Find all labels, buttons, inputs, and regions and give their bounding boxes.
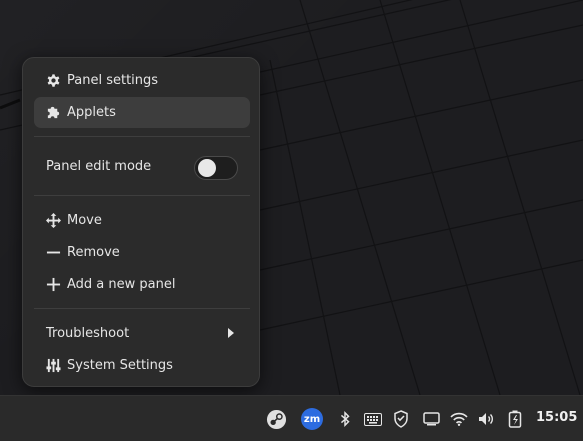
menu-item-label: Panel settings bbox=[67, 73, 159, 88]
menu-separator bbox=[34, 136, 250, 137]
move-icon bbox=[45, 213, 61, 229]
menu-item-label: Move bbox=[67, 213, 102, 228]
gear-icon bbox=[45, 73, 61, 89]
menu-separator bbox=[34, 308, 250, 309]
clock[interactable]: 15:05 bbox=[536, 410, 577, 425]
taskbar: zm 15:05 bbox=[0, 395, 583, 441]
menu-item-label: Panel edit mode bbox=[46, 159, 152, 174]
steam-icon[interactable] bbox=[265, 408, 287, 430]
menu-item-add-new-panel[interactable]: Add a new panel bbox=[34, 269, 250, 300]
keyboard-icon[interactable] bbox=[362, 408, 384, 430]
panel-edit-mode-toggle[interactable] bbox=[194, 156, 238, 180]
toggle-knob bbox=[198, 159, 216, 177]
bluetooth-icon[interactable] bbox=[334, 408, 356, 430]
zoom-label: zm bbox=[301, 408, 323, 430]
menu-separator bbox=[34, 195, 250, 196]
display-icon[interactable] bbox=[420, 408, 442, 430]
menu-item-troubleshoot[interactable]: Troubleshoot bbox=[34, 318, 250, 349]
zoom-icon[interactable]: zm bbox=[301, 408, 323, 430]
menu-item-label: Add a new panel bbox=[67, 277, 176, 292]
sliders-icon bbox=[45, 358, 61, 374]
menu-item-label: Applets bbox=[67, 105, 116, 120]
minus-icon bbox=[45, 245, 61, 261]
plus-icon bbox=[45, 277, 61, 293]
submenu-arrow-icon bbox=[228, 328, 234, 338]
menu-item-label: System Settings bbox=[67, 358, 173, 373]
menu-item-system-settings[interactable]: System Settings bbox=[34, 350, 250, 381]
menu-item-remove[interactable]: Remove bbox=[34, 237, 250, 268]
volume-icon[interactable] bbox=[476, 408, 498, 430]
panel-context-menu: Panel settings Applets Panel edit mode M… bbox=[22, 57, 260, 387]
shield-icon[interactable] bbox=[390, 408, 412, 430]
menu-item-panel-edit-mode[interactable]: Panel edit mode bbox=[34, 151, 250, 182]
menu-item-panel-settings[interactable]: Panel settings bbox=[34, 65, 250, 96]
menu-item-applets[interactable]: Applets bbox=[34, 97, 250, 128]
battery-icon[interactable] bbox=[504, 408, 526, 430]
menu-item-label: Remove bbox=[67, 245, 120, 260]
menu-item-label: Troubleshoot bbox=[46, 326, 130, 341]
menu-item-move[interactable]: Move bbox=[34, 205, 250, 236]
wifi-icon[interactable] bbox=[448, 408, 470, 430]
puzzle-icon bbox=[45, 105, 61, 121]
